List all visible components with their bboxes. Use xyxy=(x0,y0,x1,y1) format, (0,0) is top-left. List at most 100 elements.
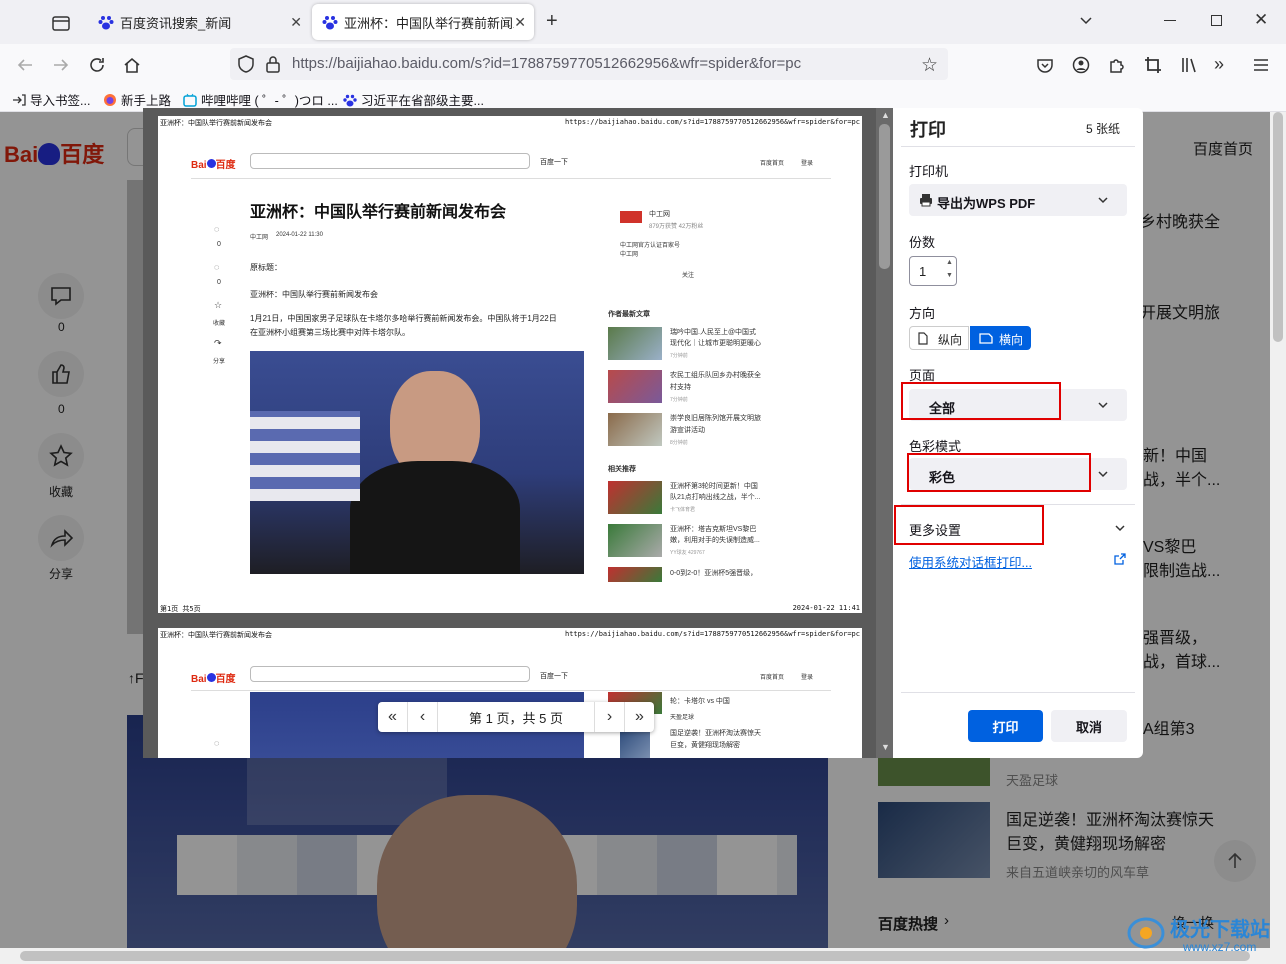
menu-hamburger-icon[interactable] xyxy=(1250,54,1272,76)
print-header-url: https://baijiahao.baidu.com/s?id=1788759… xyxy=(564,118,860,126)
orientation-label: 方向 xyxy=(909,306,936,321)
system-dialog-link[interactable]: 使用系统对话框打印... xyxy=(909,552,1032,571)
preview-search-button: 百度一下 xyxy=(540,673,568,680)
preview-favorite-label: 收藏 xyxy=(213,321,226,327)
bilibili-icon xyxy=(183,93,197,107)
home-icon[interactable] xyxy=(121,54,143,76)
preview-news-thumbnail xyxy=(608,413,662,446)
preview-news-time: 7分钟前 xyxy=(670,353,688,359)
back-arrow-icon[interactable] xyxy=(14,54,36,76)
library-icon[interactable] xyxy=(1178,54,1200,76)
preview-author-desc: 中工网 xyxy=(620,252,639,258)
copies-input[interactable]: 1 ▲ ▼ xyxy=(909,256,957,286)
minimize-icon[interactable] xyxy=(1164,20,1176,21)
bookmark-label: 哔哩哔哩 ( ゜- ゜)つロ ... xyxy=(201,94,338,108)
divider xyxy=(901,146,1135,147)
preview-news-thumbnail xyxy=(608,370,662,403)
scroll-thumb[interactable] xyxy=(879,124,890,269)
print-header-url: https://baijiahao.baidu.com/s?id=1788759… xyxy=(564,630,860,638)
printer-select[interactable]: 导出为WPS PDF xyxy=(909,184,1127,216)
print-footer-time: 2024-01-22 11:41 xyxy=(792,604,860,612)
scroll-down-icon[interactable]: ▼ xyxy=(881,742,890,752)
close-tab-icon[interactable]: ✕ xyxy=(290,14,302,31)
bookmark-news[interactable]: 习近平在省部级主要... xyxy=(343,90,484,109)
printer-label: 打印机 xyxy=(909,164,949,179)
landscape-option[interactable]: 横向 xyxy=(970,326,1031,350)
tab-overview-icon[interactable] xyxy=(50,12,72,34)
maximize-icon[interactable] xyxy=(1211,15,1222,26)
account-icon[interactable] xyxy=(1070,54,1092,76)
preview-page-navigator: « ‹ 第 1 页，共 5 页 › » xyxy=(378,702,654,732)
preview-like-icon: ◌ xyxy=(214,262,220,272)
preview-follow-button: 关注 xyxy=(682,273,695,279)
preview-article-title: 亚洲杯：中国队举行赛前新闻发布会 xyxy=(250,204,507,221)
cancel-button[interactable]: 取消 xyxy=(1051,710,1127,742)
sheet-count: 5 张纸 xyxy=(1086,122,1121,136)
external-link-icon[interactable] xyxy=(1114,553,1126,565)
preview-news-title: 嫩，利用对手的失误制造威... xyxy=(670,537,760,544)
last-page-icon[interactable]: » xyxy=(624,702,654,732)
watermark-url: www.xz7.com xyxy=(1183,940,1257,954)
bookmark-import[interactable]: 导入书签... xyxy=(12,90,90,109)
highlight-box xyxy=(894,505,1044,545)
extensions-icon[interactable] xyxy=(1106,54,1128,76)
scroll-thumb[interactable] xyxy=(20,951,1250,961)
preview-like-count: 0 xyxy=(217,279,221,286)
close-tab-icon[interactable]: ✕ xyxy=(514,14,526,31)
previous-page-icon[interactable]: ‹ xyxy=(408,702,438,732)
bookmark-bilibili[interactable]: 哔哩哔哩 ( ゜- ゜)つロ ... xyxy=(183,90,338,109)
scroll-up-icon[interactable]: ▲ xyxy=(881,110,890,120)
decrement-icon[interactable]: ▼ xyxy=(946,272,953,279)
preview-page-1: 亚洲杯：中国队举行赛前新闻发布会 https://baijiahao.baidu… xyxy=(158,116,862,613)
reload-icon[interactable] xyxy=(86,54,108,76)
pocket-icon[interactable] xyxy=(1034,54,1056,76)
forward-arrow-icon[interactable] xyxy=(50,54,72,76)
printer-value: 导出为WPS PDF xyxy=(937,196,1036,211)
preview-news-thumbnail xyxy=(608,481,662,514)
portrait-option[interactable]: 纵向 xyxy=(909,326,969,350)
chevron-down-icon xyxy=(1097,468,1109,480)
scroll-thumb[interactable] xyxy=(1273,112,1283,342)
preview-scrollbar[interactable]: ▲ ▼ xyxy=(876,108,893,758)
preview-author-stats: 879万获赞 42万粉丝 xyxy=(649,224,704,230)
more-tools-chevron-icon[interactable]: » xyxy=(1214,54,1236,76)
preview-section-title: 作者最新文章 xyxy=(608,311,650,318)
tracking-shield-icon[interactable] xyxy=(236,54,256,74)
tab-asian-cup-article[interactable]: 亚洲杯：中国队举行赛前新闻发 ✕ xyxy=(312,4,534,40)
preview-share-label: 分享 xyxy=(213,359,226,365)
bookmark-label: 导入书签... xyxy=(30,94,91,108)
close-window-icon[interactable]: ✕ xyxy=(1254,10,1268,30)
crop-screenshot-icon[interactable] xyxy=(1142,54,1164,76)
preview-share-icon: ↷ xyxy=(214,338,222,348)
vertical-scrollbar[interactable] xyxy=(1270,112,1286,948)
divider xyxy=(191,178,831,179)
horizontal-scrollbar[interactable] xyxy=(0,948,1286,964)
print-button[interactable]: 打印 xyxy=(968,710,1043,742)
tab-baidu-news-search[interactable]: 百度资讯搜索_新闻 ✕ xyxy=(88,4,310,40)
preview-news-title: 瑞吟中国.人民至上@中国式 xyxy=(670,329,757,336)
tab-list-chevron-icon[interactable] xyxy=(1078,12,1094,28)
print-preview-area[interactable]: 亚洲杯：中国队举行赛前新闻发布会 https://baijiahao.baidu… xyxy=(143,108,893,758)
preview-news-source: YY球友 429767 xyxy=(670,550,705,556)
preview-news-time: 8分钟前 xyxy=(670,440,688,446)
increment-icon[interactable]: ▲ xyxy=(946,259,953,266)
preview-news-time: 7分钟前 xyxy=(670,397,688,403)
chevron-down-icon[interactable] xyxy=(1114,522,1126,534)
preview-comment-icon: ◌ xyxy=(214,224,220,234)
lock-icon[interactable] xyxy=(264,54,282,74)
preview-article-photo xyxy=(250,351,584,574)
first-page-icon[interactable]: « xyxy=(378,702,408,732)
cancel-button-label: 取消 xyxy=(1075,719,1102,735)
preview-news-title: 亚洲杯第3轮时间更新！中国 xyxy=(670,483,758,490)
copies-label: 份数 xyxy=(909,235,936,250)
preview-news-thumbnail xyxy=(620,728,650,758)
next-page-icon[interactable]: › xyxy=(594,702,624,732)
preview-comment-count: 0 xyxy=(217,241,221,248)
bookmark-star-icon[interactable]: ☆ xyxy=(921,54,938,77)
preview-search-button: 百度一下 xyxy=(540,159,568,166)
print-panel-title: 打印 xyxy=(910,120,946,140)
preview-paragraph: 亚洲杯：中国队举行赛前新闻发布会 xyxy=(250,290,378,299)
preview-search-box xyxy=(250,153,530,169)
bookmark-getting-started[interactable]: 新手上路 xyxy=(103,90,171,109)
new-tab-icon[interactable]: + xyxy=(546,10,558,33)
